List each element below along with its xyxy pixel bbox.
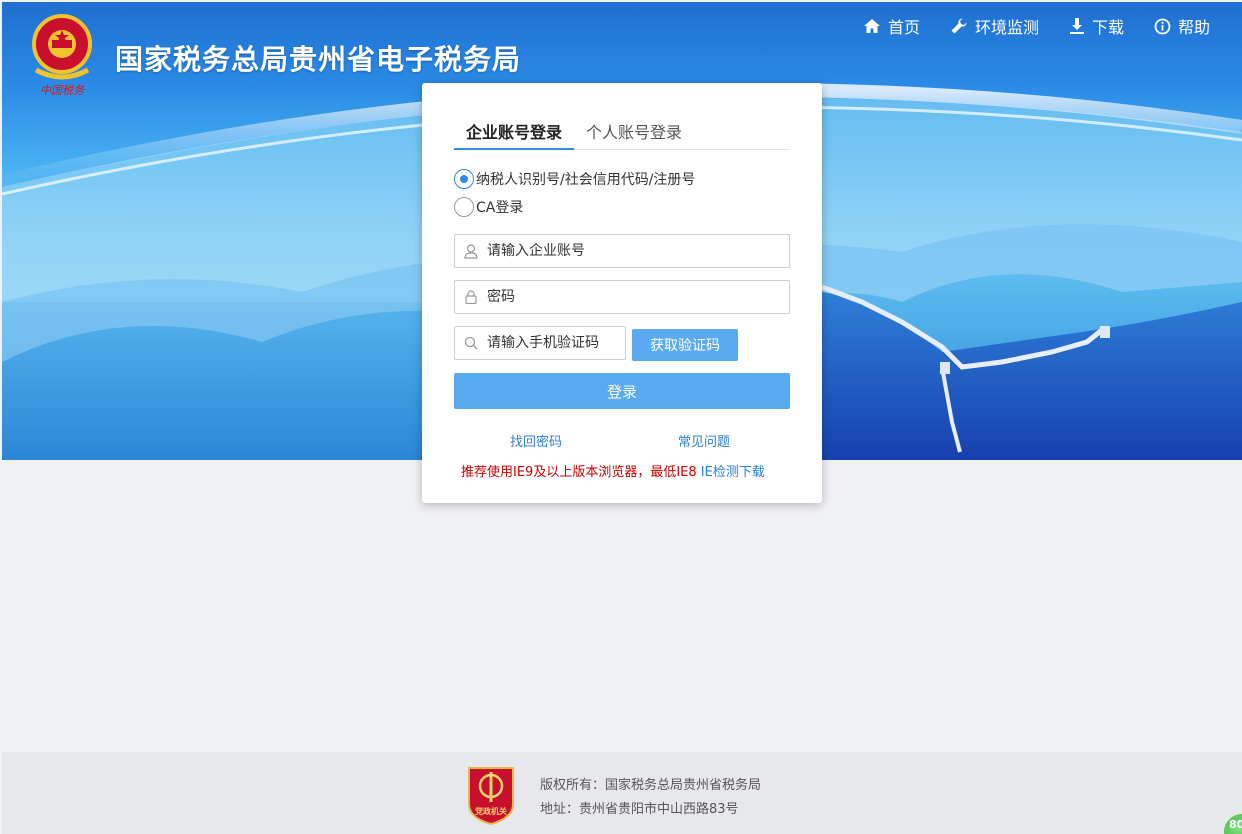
copyright-text: 版权所有：国家税务总局贵州省税务局 [540, 778, 762, 793]
download-icon [1069, 18, 1084, 34]
radio-ca-login[interactable]: CA登录 [454, 197, 523, 217]
emblem-caption: 中国税务 [40, 84, 85, 97]
browser-recommendation-text: 推荐使用IE9及以上版本浏览器，最低IE8 [461, 465, 697, 480]
radio-checked-icon[interactable] [454, 169, 474, 189]
radio-taxpayer-id-label: 纳税人识别号/社会信用代码/注册号 [476, 172, 696, 188]
sms-code-field [454, 326, 626, 360]
ie-check-download-link[interactable]: IE检测下载 [701, 465, 765, 480]
faq-link[interactable]: 常见问题 [678, 431, 730, 450]
national-emblem-logo: 中国税务 [32, 14, 92, 97]
wrench-icon [951, 18, 967, 34]
address-text: 地址：贵州省贵阳市中山西路83号 [540, 802, 739, 817]
radio-unchecked-icon[interactable] [454, 197, 474, 217]
badge-caption: 党政机关 [475, 806, 507, 816]
get-sms-code-button[interactable]: 获取验证码 [632, 329, 738, 361]
search-icon [455, 336, 487, 350]
lock-icon [455, 290, 487, 304]
nav-environment-label: 环境监测 [974, 18, 1039, 37]
nav-download[interactable]: 下载 [1069, 14, 1124, 38]
password-field [454, 280, 790, 314]
radio-ca-login-label: CA登录 [476, 200, 524, 216]
footer-info: 版权所有：国家税务总局贵州省税务局 地址：贵州省贵阳市中山西路83号 [540, 774, 761, 822]
password-input[interactable] [487, 289, 767, 305]
account-field [454, 234, 790, 268]
nav-environment-check[interactable]: 环境监测 [950, 14, 1039, 38]
home-icon [863, 19, 880, 33]
login-panel: 企业账号登录 个人账号登录 纳税人识别号/社会信用代码/注册号 CA登录 获取验… [422, 83, 822, 503]
browser-notice: 推荐使用IE9及以上版本浏览器，最低IE8 IE检测下载 [461, 461, 765, 480]
active-tab-indicator [454, 148, 574, 150]
info-icon [1154, 18, 1171, 34]
account-input[interactable] [487, 243, 767, 259]
top-navigation: 首页 环境监测 下载 帮助 [863, 14, 1210, 38]
tab-enterprise-login[interactable]: 企业账号登录 [466, 119, 562, 143]
tab-personal-login[interactable]: 个人账号登录 [586, 119, 682, 143]
radio-taxpayer-id[interactable]: 纳税人识别号/社会信用代码/注册号 [454, 169, 695, 189]
nav-home[interactable]: 首页 [863, 14, 920, 38]
nav-home-label: 首页 [887, 18, 920, 37]
footer: 党政机关 版权所有：国家税务总局贵州省税务局 地址：贵州省贵阳市中山西路83号 [2, 752, 1242, 834]
login-button[interactable]: 登录 [454, 373, 790, 409]
party-government-badge-logo: 党政机关 [468, 767, 514, 826]
site-title: 国家税务总局贵州省电子税务局 [115, 43, 522, 76]
forgot-password-link[interactable]: 找回密码 [510, 431, 562, 450]
nav-help[interactable]: 帮助 [1154, 14, 1210, 38]
sms-code-input[interactable] [487, 335, 617, 351]
nav-download-label: 下载 [1091, 18, 1124, 37]
user-icon [455, 243, 487, 259]
login-tabs: 企业账号登录 个人账号登录 [454, 113, 790, 150]
nav-help-label: 帮助 [1177, 18, 1210, 37]
